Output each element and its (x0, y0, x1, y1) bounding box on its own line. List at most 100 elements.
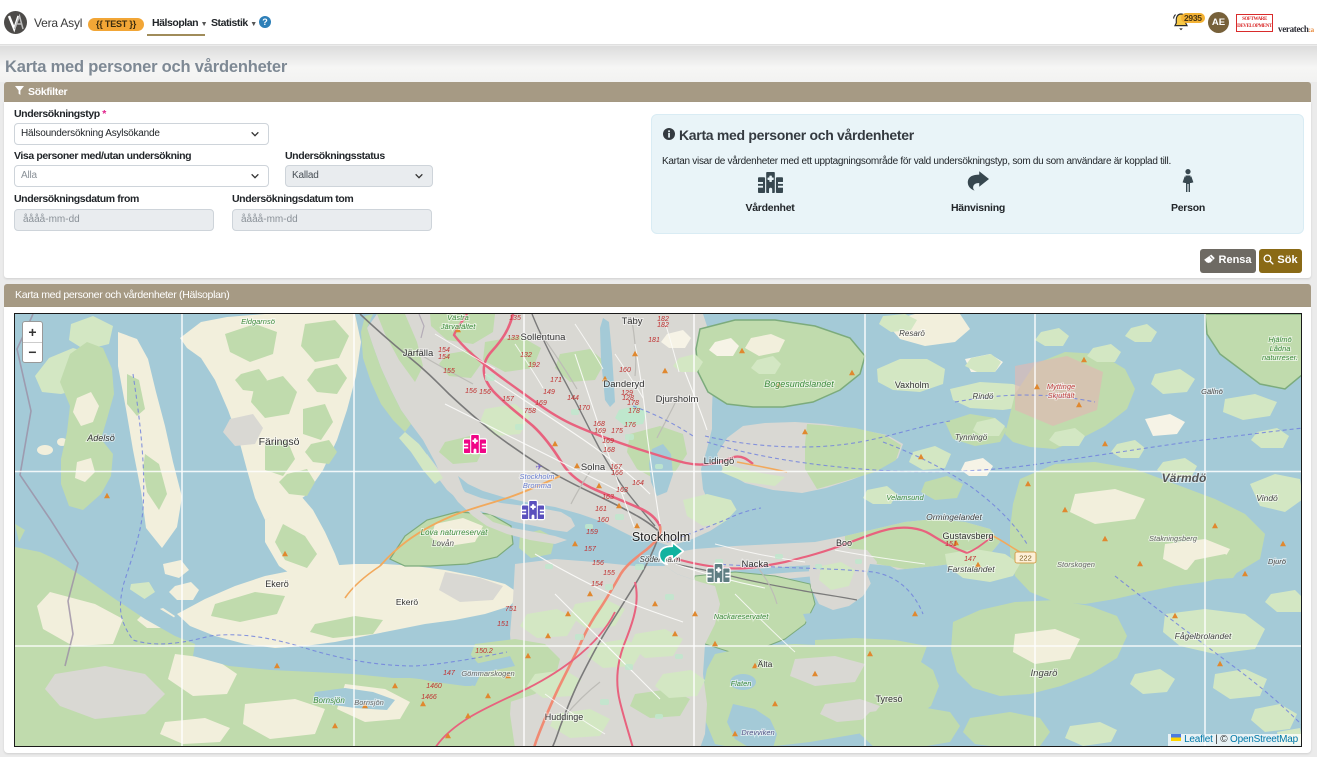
svg-text:178: 178 (627, 400, 639, 407)
svg-text:Solna: Solna (581, 462, 606, 473)
svg-text:155: 155 (443, 368, 455, 375)
svg-text:Gällnö: Gällnö (1201, 387, 1223, 396)
svg-text:751: 751 (505, 606, 517, 613)
svg-text:156: 156 (479, 389, 491, 396)
svg-text:147: 147 (964, 556, 977, 563)
svg-text:Lådna: Lådna (1270, 344, 1291, 353)
svg-text:Nackareservatet: Nackareservatet (714, 612, 770, 621)
svg-text:Västra: Västra (447, 314, 469, 322)
svg-text:176: 176 (624, 422, 636, 429)
svg-text:168: 168 (593, 421, 605, 428)
svg-text:Lovån: Lovån (432, 539, 454, 548)
svg-text:164: 164 (632, 480, 644, 487)
svg-text:Älta: Älta (758, 659, 773, 669)
svg-text:Drevviken: Drevviken (741, 728, 774, 737)
svg-text:1460: 1460 (426, 683, 442, 690)
svg-text:Sollentuna: Sollentuna (521, 332, 567, 343)
svg-text:Tynningö: Tynningö (955, 433, 988, 442)
svg-text:168: 168 (603, 447, 615, 454)
svg-text:192: 192 (528, 362, 540, 369)
svg-text:Ekerö: Ekerö (396, 597, 418, 607)
svg-text:Lidingö: Lidingö (704, 456, 735, 467)
svg-text:163: 163 (602, 494, 614, 501)
svg-text:169: 169 (602, 438, 614, 445)
svg-text:Ingarö: Ingarö (1031, 668, 1059, 679)
svg-text:Tyresö: Tyresö (875, 694, 902, 704)
svg-text:Stockholm: Stockholm (632, 530, 690, 544)
svg-text:Adelsö: Adelsö (86, 433, 115, 443)
svg-text:160: 160 (619, 367, 631, 374)
svg-text:Hjälmö: Hjälmö (1268, 335, 1291, 344)
svg-text:175: 175 (611, 428, 623, 435)
svg-text:150.2: 150.2 (475, 648, 493, 655)
svg-text:Myttinge: Myttinge (1047, 382, 1075, 391)
svg-text:Fågelbrolandet: Fågelbrolandet (1175, 631, 1232, 641)
svg-text:758: 758 (524, 408, 536, 415)
svg-text:Järvafältet: Järvafältet (440, 322, 477, 331)
svg-text:Täby: Täby (621, 316, 642, 327)
svg-text:157: 157 (584, 546, 597, 553)
svg-text:Vindö: Vindö (1256, 493, 1278, 503)
svg-text:151: 151 (945, 541, 957, 548)
svg-text:1466: 1466 (421, 694, 437, 701)
svg-text:Lova naturreservat: Lova naturreservat (421, 528, 488, 537)
svg-text:Stakningsberg: Stakningsberg (1149, 534, 1198, 543)
svg-text:181: 181 (648, 337, 660, 344)
svg-text:144: 144 (567, 395, 579, 402)
svg-text:naturreser.: naturreser. (1262, 353, 1298, 362)
svg-text:156: 156 (465, 388, 477, 395)
svg-text:159: 159 (586, 529, 598, 536)
svg-text:Bromma: Bromma (523, 481, 551, 490)
svg-text:Farstalandet: Farstalandet (947, 564, 995, 574)
svg-text:157: 157 (502, 396, 515, 403)
svg-text:Bornsjön: Bornsjön (354, 698, 384, 707)
svg-text:Flaten: Flaten (731, 679, 752, 688)
svg-text:169: 169 (594, 428, 606, 435)
svg-text:Bogesundslandet: Bogesundslandet (764, 379, 834, 389)
svg-text:171: 171 (550, 377, 562, 384)
svg-text:151: 151 (497, 621, 509, 628)
svg-text:Stockholm: Stockholm (519, 472, 554, 481)
svg-text:Boo: Boo (836, 538, 852, 548)
svg-text:170: 170 (578, 405, 590, 412)
svg-text:149: 149 (543, 389, 555, 396)
svg-text:✈: ✈ (535, 462, 543, 472)
svg-text:178: 178 (628, 408, 640, 415)
svg-text:Danderyd: Danderyd (603, 379, 644, 390)
svg-text:Nacka: Nacka (742, 559, 770, 570)
svg-text:Ekerö: Ekerö (265, 579, 289, 589)
svg-text:Velamsund: Velamsund (886, 493, 924, 502)
svg-text:Rindö: Rindö (973, 392, 994, 401)
svg-text:Ormingelandet: Ormingelandet (926, 512, 982, 522)
svg-text:160: 160 (597, 517, 609, 524)
svg-text:Storskogen: Storskogen (1057, 560, 1095, 569)
svg-text:166: 166 (611, 470, 623, 477)
svg-text:222: 222 (1019, 554, 1032, 563)
svg-text:Värmdö: Värmdö (1162, 471, 1207, 485)
svg-text:147: 147 (443, 670, 456, 677)
svg-text:133: 133 (507, 335, 519, 342)
svg-text:154: 154 (591, 581, 603, 588)
svg-text:Huddinge: Huddinge (545, 712, 584, 722)
svg-text:Gömmarskogen: Gömmarskogen (461, 669, 514, 678)
svg-text:163: 163 (616, 487, 628, 494)
svg-text:Vaxholm: Vaxholm (895, 380, 929, 390)
svg-text:Skjutfält: Skjutfält (1048, 391, 1076, 400)
svg-text:Färingsö: Färingsö (259, 436, 300, 448)
svg-text:Eldgarnsö: Eldgarnsö (241, 317, 275, 326)
svg-text:Bornsjön: Bornsjön (313, 696, 345, 705)
svg-text:Djurö: Djurö (1268, 557, 1286, 566)
svg-text:156: 156 (592, 560, 604, 567)
svg-text:154: 154 (438, 354, 450, 361)
svg-text:Gustavsberg: Gustavsberg (942, 531, 993, 541)
svg-text:Järfälla: Järfälla (403, 348, 434, 359)
svg-text:154: 154 (438, 347, 450, 354)
svg-text:Resarö: Resarö (899, 329, 925, 338)
svg-text:161: 161 (595, 506, 607, 513)
svg-text:132: 132 (520, 352, 532, 359)
svg-text:182: 182 (657, 322, 669, 329)
svg-text:155: 155 (603, 570, 615, 577)
svg-text:169: 169 (535, 400, 547, 407)
svg-text:135: 135 (509, 315, 521, 322)
svg-text:Djursholm: Djursholm (656, 394, 699, 405)
